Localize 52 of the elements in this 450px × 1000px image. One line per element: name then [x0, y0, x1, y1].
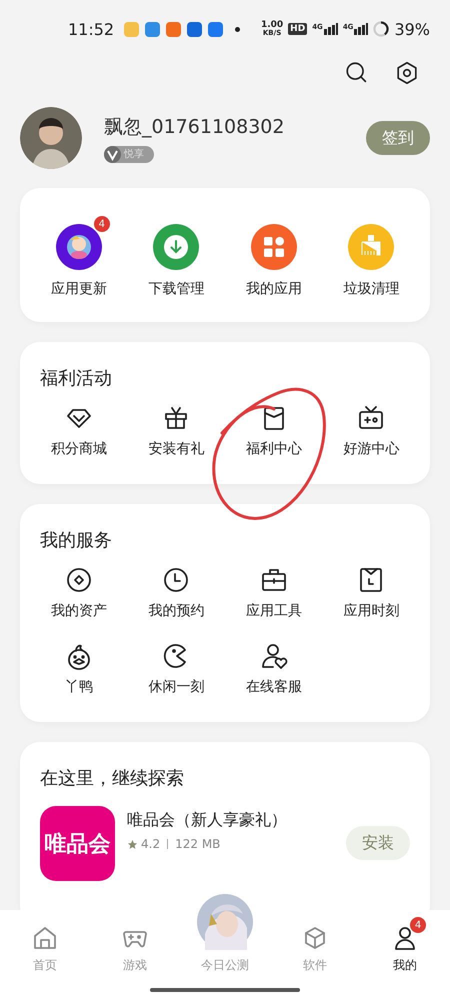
- app-size: 122 MB: [175, 837, 220, 851]
- toolbox-icon: [260, 566, 288, 594]
- nav-tab[interactable]: 4 我的: [360, 912, 450, 974]
- star-icon: [127, 838, 138, 850]
- shortcut-item[interactable]: 垃圾清理: [322, 214, 420, 298]
- notification-icon: [166, 22, 182, 36]
- count-badge: 4: [94, 216, 110, 232]
- status-time: 11:52: [68, 20, 114, 38]
- battery-level: 39%: [394, 20, 430, 38]
- menu-item[interactable]: 在线客服: [225, 642, 322, 696]
- notification-icon: [124, 22, 140, 36]
- hd-voice-badge: HD: [288, 23, 308, 35]
- tv-icon: [357, 404, 386, 432]
- count-badge: 4: [410, 917, 426, 933]
- menu-item[interactable]: 我的预约: [128, 566, 225, 620]
- notification-icon: [187, 22, 202, 36]
- broom-icon: [348, 224, 394, 270]
- app-logo: 唯品会: [40, 806, 115, 881]
- battery-icon: [373, 21, 390, 37]
- section-title: 福利活动: [39, 367, 113, 390]
- home-icon: [32, 925, 58, 951]
- shortcut-item[interactable]: 我的应用: [225, 214, 322, 298]
- notification-icon: [208, 22, 224, 36]
- network-speed: 1.00: [260, 21, 284, 30]
- more-notifications-icon: [235, 26, 240, 32]
- user-name: 飘忽_01761108302: [104, 114, 284, 140]
- download-icon: [153, 224, 200, 270]
- menu-item[interactable]: 安装有礼: [128, 404, 225, 458]
- membership-badge: 悦享: [104, 146, 154, 162]
- shortcut-item[interactable]: 下载管理: [128, 214, 225, 298]
- menu-item[interactable]: 福利中心: [225, 404, 322, 458]
- app-grid-icon: [250, 224, 297, 270]
- avatar[interactable]: [20, 107, 82, 169]
- menu-item[interactable]: 应用时刻: [322, 566, 420, 620]
- clock-icon: [162, 566, 190, 594]
- signal-icon: [324, 23, 338, 35]
- signal-icon: [354, 23, 368, 35]
- notification-icon: [145, 22, 160, 36]
- menu-item[interactable]: 好游中心: [322, 404, 420, 458]
- menu-item[interactable]: 应用工具: [225, 566, 322, 620]
- shortcut-item[interactable]: 4 应用更新: [30, 214, 128, 298]
- cube-icon: [302, 925, 328, 951]
- section-title: 在这里，继续探索: [40, 767, 185, 790]
- coin-icon: [64, 566, 93, 594]
- section-title: 我的服务: [39, 529, 113, 552]
- menu-item[interactable]: 我的资产: [30, 566, 128, 620]
- app-rating: 4.2: [141, 837, 160, 851]
- person-heart-icon: [260, 642, 288, 670]
- menu-item[interactable]: 丫鸭: [30, 642, 128, 696]
- menu-item[interactable]: 休闲一刻: [128, 642, 225, 696]
- menu-item[interactable]: 积分商城: [30, 404, 128, 458]
- app-name: 唯品会（新人享豪礼）: [127, 810, 287, 831]
